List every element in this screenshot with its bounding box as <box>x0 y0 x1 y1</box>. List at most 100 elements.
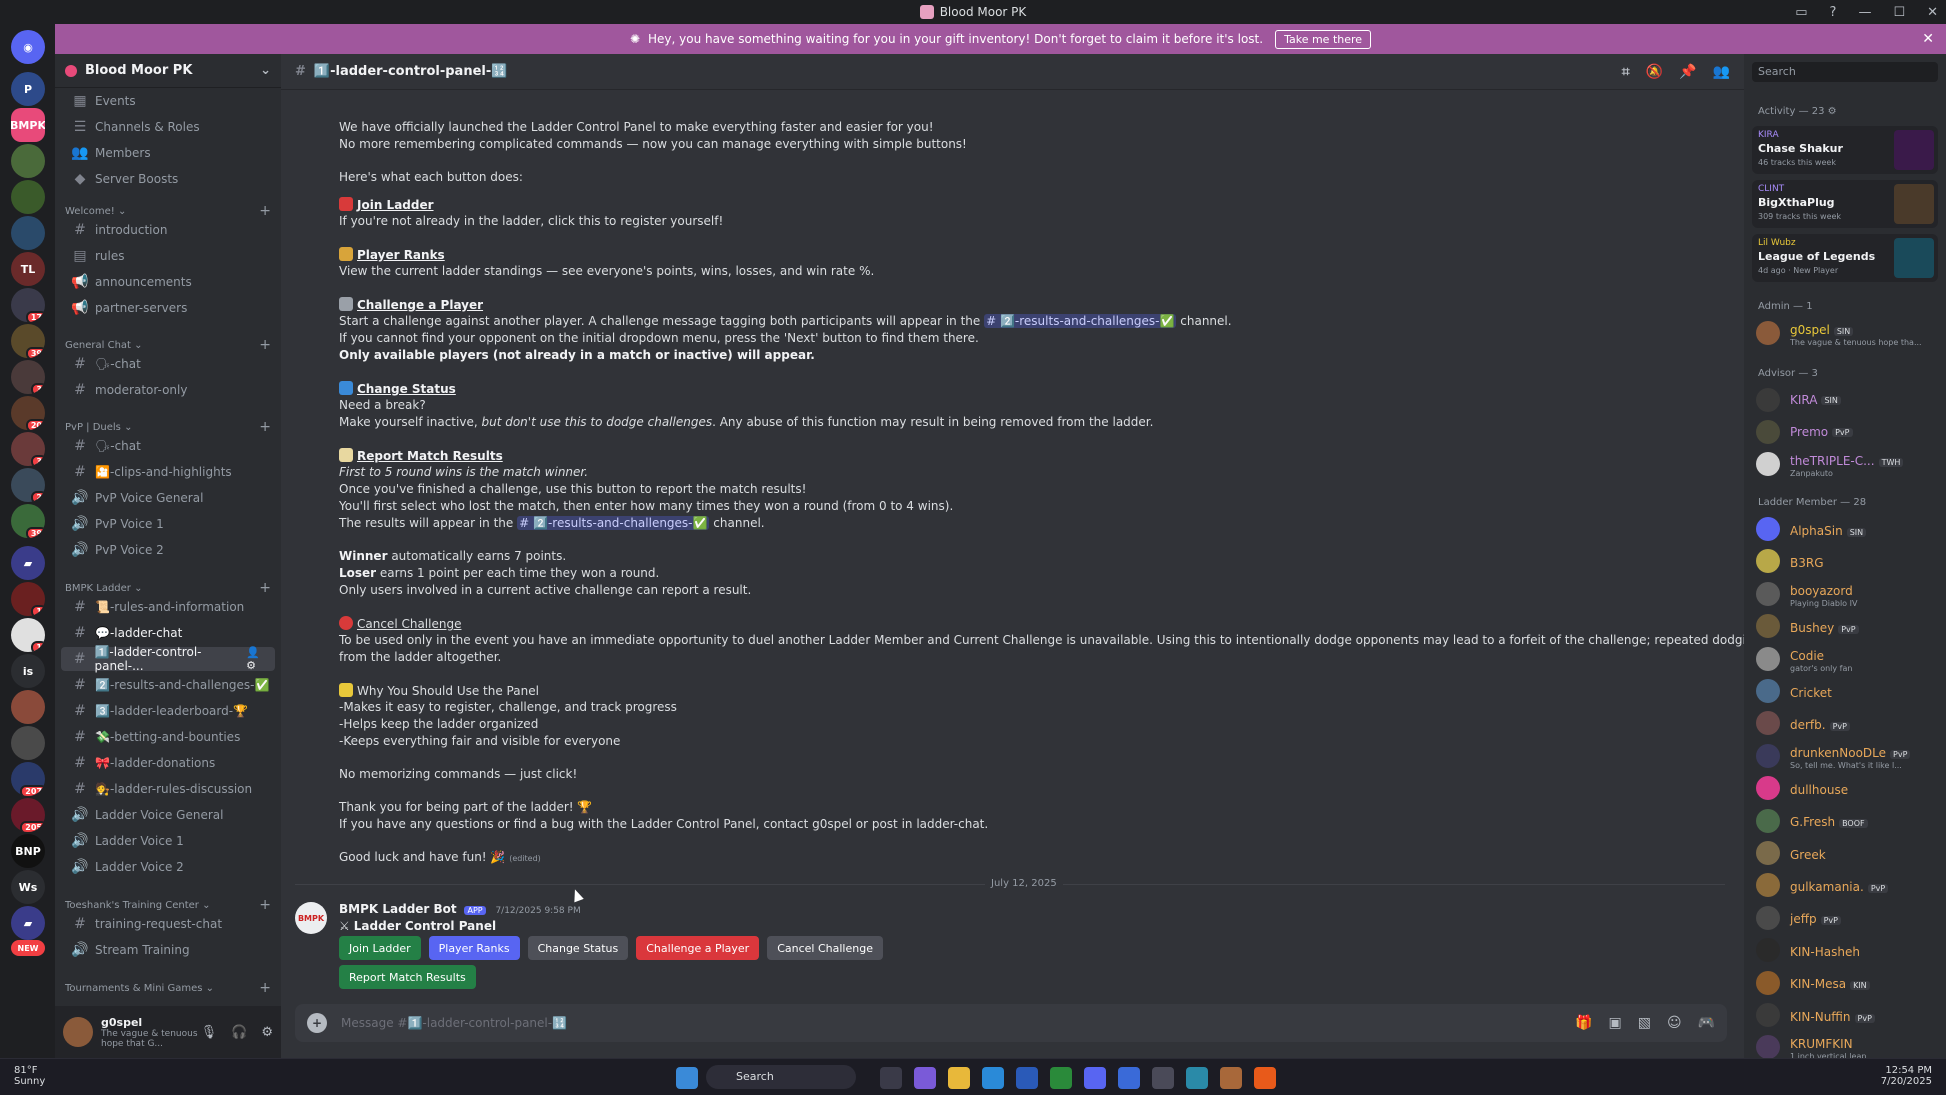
member-item[interactable]: G.Fresh BOOF <box>1756 806 1936 836</box>
maximize-icon[interactable]: ☐ <box>1893 5 1905 20</box>
member-item[interactable]: g0spel SIN The vague & tenuous hope tha... <box>1756 318 1936 348</box>
plus-icon[interactable]: + <box>307 1013 327 1033</box>
copilot-icon[interactable] <box>914 1067 936 1089</box>
voice-pvp-general[interactable]: 🔊 PvP Voice General <box>61 486 275 510</box>
channel-ladder-control-panel[interactable]: #1️⃣-ladder-control-panel-... 👤⚙ <box>61 645 275 673</box>
add-channel-icon[interactable]: + <box>259 419 271 435</box>
channel-moderator-only[interactable]: # moderator-only <box>61 378 275 402</box>
channel-rules-and-information[interactable]: # 📜-rules-and-information <box>61 595 275 619</box>
settings-icon[interactable]: 👤⚙ <box>246 646 269 672</box>
channel-partner-servers[interactable]: 📢 partner-servers <box>61 296 275 320</box>
discord-home-icon[interactable]: ◉ <box>11 30 45 64</box>
voice-pvp-1[interactable]: 🔊 PvP Voice 1 <box>61 512 275 536</box>
member-list-icon[interactable]: 👥 <box>1713 64 1730 80</box>
add-channel-icon[interactable]: + <box>259 980 271 996</box>
category-bmpk-ladder[interactable]: BMPK Ladder ⌄ + <box>65 580 271 596</box>
voice-ladder-2[interactable]: 🔊 Ladder Voice 2 <box>61 855 275 879</box>
threads-icon[interactable]: ⌗ <box>1622 64 1630 80</box>
store-icon[interactable] <box>1016 1067 1038 1089</box>
nav-channels-roles[interactable]: ☰ Channels & Roles <box>61 115 275 139</box>
server-icon[interactable]: 2 <box>11 468 45 502</box>
system-clock[interactable]: 12:54 PM 7/20/2025 <box>1881 1065 1932 1087</box>
member-item[interactable]: theTRIPLE-C... TWH Zanpakuto <box>1756 449 1936 479</box>
app-icon[interactable] <box>1220 1067 1242 1089</box>
start-icon[interactable] <box>676 1067 698 1089</box>
avatar[interactable] <box>63 1017 93 1047</box>
change-status-button[interactable]: Change Status <box>527 936 629 960</box>
add-channel-icon[interactable]: + <box>259 580 271 596</box>
folder-icon[interactable] <box>948 1067 970 1089</box>
category-general-chat[interactable]: General Chat ⌄ + <box>65 337 271 353</box>
add-channel-icon[interactable]: + <box>259 337 271 353</box>
add-channel-icon[interactable]: + <box>259 203 271 219</box>
bot-name[interactable]: BMPK Ladder Bot <box>339 902 457 916</box>
channel-introduction[interactable]: # introduction <box>61 218 275 242</box>
folder-icon[interactable]: ▰ <box>11 546 45 580</box>
member-item[interactable]: B3RG <box>1756 546 1936 576</box>
cancel-challenge-button[interactable]: Cancel Challenge <box>767 936 883 960</box>
microphone-icon[interactable]: 🎙 <box>201 1025 218 1040</box>
channel-ladder-donations[interactable]: # 🎀-ladder-donations <box>61 751 275 775</box>
mute-icon[interactable]: 🔕 <box>1646 64 1663 80</box>
headphones-icon[interactable]: 🎧 <box>231 1025 247 1040</box>
channel-general-chat[interactable]: # 🗣-chat <box>61 352 275 376</box>
activity-card[interactable]: CLINT BigXthaPlug 309 tracks this week <box>1752 180 1938 228</box>
join-ladder-button[interactable]: Join Ladder <box>339 936 421 960</box>
discord-icon[interactable] <box>1084 1067 1106 1089</box>
member-item[interactable]: booyazord Playing Diablo IV <box>1756 579 1936 609</box>
category-welcome[interactable]: Welcome! ⌄ + <box>65 203 271 219</box>
voice-ladder-1[interactable]: 🔊 Ladder Voice 1 <box>61 829 275 853</box>
member-item[interactable]: dullhouse <box>1756 773 1936 803</box>
server-icon[interactable]: 39 <box>11 324 45 358</box>
voice-pvp-2[interactable]: 🔊 PvP Voice 2 <box>61 538 275 562</box>
member-item[interactable]: KIRA SIN <box>1756 385 1936 415</box>
channel-betting-and-bounties[interactable]: # 💸-betting-and-bounties <box>61 725 275 749</box>
emoji-icon[interactable]: ☺ <box>1667 1015 1682 1031</box>
activity-card[interactable]: Lil Wubz League of Legends 4d ago · New Pl… <box>1752 234 1938 282</box>
server-icon[interactable]: BNP <box>11 834 45 868</box>
app-icon[interactable] <box>1186 1067 1208 1089</box>
server-icon[interactable]: 3 <box>11 360 45 394</box>
member-item[interactable]: KIN-Hasheh <box>1756 935 1936 965</box>
channel-clips-and-highlights[interactable]: # 🎦-clips-and-highlights <box>61 460 275 484</box>
gear-icon[interactable]: ⚙ <box>261 1025 273 1040</box>
server-icon[interactable] <box>11 726 45 760</box>
server-icon[interactable]: P <box>11 72 45 106</box>
player-ranks-button[interactable]: Player Ranks <box>428 936 520 960</box>
server-icon[interactable]: 3 <box>11 432 45 466</box>
member-item[interactable]: jeffp PvP <box>1756 903 1936 933</box>
task-view-icon[interactable] <box>880 1067 902 1089</box>
member-item[interactable]: Greek <box>1756 838 1936 868</box>
message-composer[interactable]: + Message #1️⃣-ladder-control-panel-🔢 🎁 … <box>295 1004 1727 1042</box>
channel-announcements[interactable]: 📢 announcements <box>61 270 275 294</box>
channel-pvp-chat[interactable]: # 🗣-chat <box>61 434 275 458</box>
gift-icon[interactable]: 🎁 <box>1575 1015 1592 1031</box>
folder-icon[interactable]: ▰ <box>11 906 45 940</box>
server-header[interactable]: Blood Moor PK ⌄ <box>55 54 281 88</box>
channel-ladder-leaderboard[interactable]: #3️⃣-ladder-leaderboard-🏆 <box>61 699 275 723</box>
activity-header[interactable]: Activity — 23 ⚙ <box>1758 106 1837 117</box>
member-item[interactable]: Bushey PvP <box>1756 611 1936 641</box>
taskbar-search[interactable]: Search <box>706 1065 856 1089</box>
gif-icon[interactable]: ▣ <box>1608 1015 1621 1031</box>
nav-server-boosts[interactable]: ◆ Server Boosts <box>61 167 275 191</box>
server-icon[interactable]: 207 <box>11 762 45 796</box>
app-icon[interactable] <box>1254 1067 1276 1089</box>
xbox-icon[interactable] <box>1050 1067 1072 1089</box>
search-input[interactable]: Search <box>1752 62 1938 82</box>
voice-stream-training[interactable]: 🔊 Stream Training <box>61 938 275 962</box>
server-icon[interactable] <box>11 144 45 178</box>
member-item[interactable]: drunkenNooDLe PvP So, tell me. What's it l… <box>1756 741 1936 771</box>
channel-mention[interactable]: # 2️⃣-results-and-challenges-✅ <box>984 314 1177 328</box>
server-icon[interactable]: 39 <box>11 504 45 538</box>
channel-training-request-chat[interactable]: # training-request-chat <box>61 912 275 936</box>
nav-members[interactable]: 👥 Members <box>61 141 275 165</box>
message-input[interactable]: Message #1️⃣-ladder-control-panel-🔢 <box>341 1016 567 1030</box>
help-icon[interactable]: ? <box>1830 5 1837 20</box>
add-channel-icon[interactable]: + <box>259 897 271 913</box>
channel-ladder-rules-discussion[interactable]: # 🧑‍⚖️-ladder-rules-discussion <box>61 777 275 801</box>
member-item[interactable]: KIN-Mesa KIN <box>1756 968 1936 998</box>
apps-icon[interactable]: 🎮 <box>1698 1015 1715 1031</box>
server-icon[interactable]: 1 <box>11 618 45 652</box>
channel-mention[interactable]: # 2️⃣-results-and-challenges-✅ <box>517 516 710 530</box>
